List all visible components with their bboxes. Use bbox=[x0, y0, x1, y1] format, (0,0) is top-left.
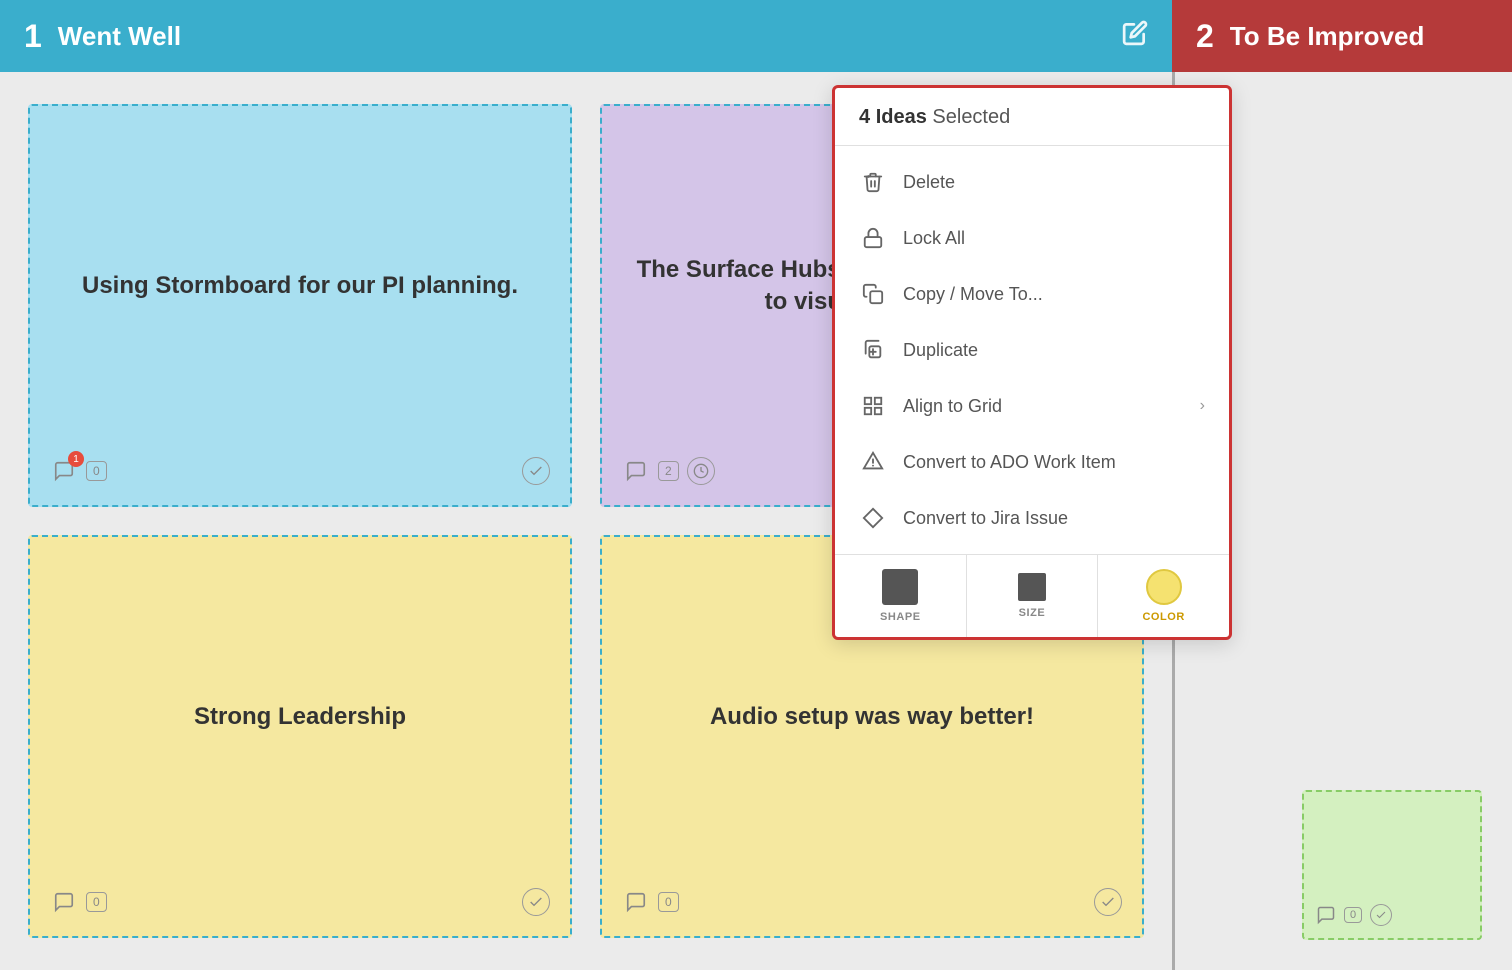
size-label: SIZE bbox=[1019, 607, 1046, 619]
lock-icon bbox=[859, 224, 887, 252]
timer-icon-2 bbox=[687, 457, 715, 485]
card-text-3: Strong Leadership bbox=[50, 557, 550, 876]
duplicate-label: Duplicate bbox=[903, 340, 1205, 361]
size-section[interactable]: SIZE bbox=[967, 555, 1099, 637]
context-menu-footer: SHAPE SIZE COLOR bbox=[835, 554, 1229, 637]
color-icon bbox=[1146, 569, 1182, 605]
align-grid-arrow: › bbox=[1200, 397, 1205, 415]
sticky-card-3[interactable]: Strong Leadership 0 bbox=[28, 535, 572, 938]
context-menu-items: Delete Lock All bbox=[835, 146, 1229, 554]
vote-count-4: 0 bbox=[658, 892, 679, 912]
ideas-bold: Ideas bbox=[876, 106, 927, 128]
green-peek-card: 0 bbox=[1302, 790, 1482, 940]
check-icon-4[interactable] bbox=[1094, 888, 1122, 916]
check-icon-1[interactable] bbox=[522, 457, 550, 485]
ideas-selected-text: Selected bbox=[932, 106, 1010, 128]
vote-count-2: 2 bbox=[658, 461, 679, 481]
main-container: 1 Went Well Using Stormboard for our PI … bbox=[0, 0, 1512, 970]
card-text-1: Using Stormboard for our PI planning. bbox=[50, 126, 550, 445]
comment-icon-4[interactable] bbox=[622, 888, 650, 916]
column-header-to-improve: 2 To Be Improved bbox=[1172, 0, 1512, 72]
duplicate-icon bbox=[859, 336, 887, 364]
trash-icon bbox=[859, 168, 887, 196]
card-footer-1: 1 0 bbox=[50, 457, 550, 485]
comment-badge-1: 1 bbox=[68, 451, 84, 467]
size-icon bbox=[1018, 573, 1046, 601]
column-title-1: Went Well bbox=[58, 21, 181, 52]
delete-label: Delete bbox=[903, 172, 1205, 193]
comment-icon-2[interactable] bbox=[622, 457, 650, 485]
card-footer-3: 0 bbox=[50, 888, 550, 916]
ado-icon bbox=[859, 448, 887, 476]
menu-item-align-grid[interactable]: Align to Grid › bbox=[835, 378, 1229, 434]
column-number-2: 2 bbox=[1196, 18, 1214, 55]
menu-item-lock-all[interactable]: Lock All bbox=[835, 210, 1229, 266]
vote-count-1: 0 bbox=[86, 461, 107, 481]
copy-move-label: Copy / Move To... bbox=[903, 284, 1205, 305]
sticky-card-1[interactable]: Using Stormboard for our PI planning. 1 … bbox=[28, 104, 572, 507]
green-card-vote: 0 bbox=[1344, 907, 1362, 923]
context-menu-panel: 4 Ideas Selected bbox=[832, 85, 1232, 640]
color-label: COLOR bbox=[1142, 611, 1184, 623]
menu-item-delete[interactable]: Delete bbox=[835, 154, 1229, 210]
shape-icon bbox=[882, 569, 918, 605]
copy-icon bbox=[859, 280, 887, 308]
context-menu-header: 4 Ideas Selected bbox=[835, 88, 1229, 146]
card-footer-4: 0 bbox=[622, 888, 1122, 916]
column-title-2: To Be Improved bbox=[1230, 21, 1425, 52]
shape-section[interactable]: SHAPE bbox=[835, 555, 967, 637]
jira-icon bbox=[859, 504, 887, 532]
align-grid-label: Align to Grid bbox=[903, 396, 1184, 417]
column-header-went-well: 1 Went Well bbox=[0, 0, 1172, 72]
menu-item-convert-ado[interactable]: Convert to ADO Work Item bbox=[835, 434, 1229, 490]
convert-ado-label: Convert to ADO Work Item bbox=[903, 452, 1205, 473]
color-section[interactable]: COLOR bbox=[1098, 555, 1229, 637]
check-icon-3[interactable] bbox=[522, 888, 550, 916]
menu-item-copy-move[interactable]: Copy / Move To... bbox=[835, 266, 1229, 322]
column-number-1: 1 bbox=[24, 18, 42, 55]
convert-jira-label: Convert to Jira Issue bbox=[903, 508, 1205, 529]
lock-all-label: Lock All bbox=[903, 228, 1205, 249]
shape-label: SHAPE bbox=[880, 611, 921, 623]
edit-icon[interactable] bbox=[1122, 20, 1148, 52]
menu-item-convert-jira[interactable]: Convert to Jira Issue bbox=[835, 490, 1229, 546]
column-to-improve: 2 To Be Improved 4 Ideas Selected bbox=[1172, 0, 1512, 970]
comment-icon-3[interactable] bbox=[50, 888, 78, 916]
grid-icon bbox=[859, 392, 887, 420]
ideas-count: 4 bbox=[859, 106, 870, 128]
comment-icon-1[interactable]: 1 bbox=[50, 457, 78, 485]
vote-count-3: 0 bbox=[86, 892, 107, 912]
menu-item-duplicate[interactable]: Duplicate bbox=[835, 322, 1229, 378]
